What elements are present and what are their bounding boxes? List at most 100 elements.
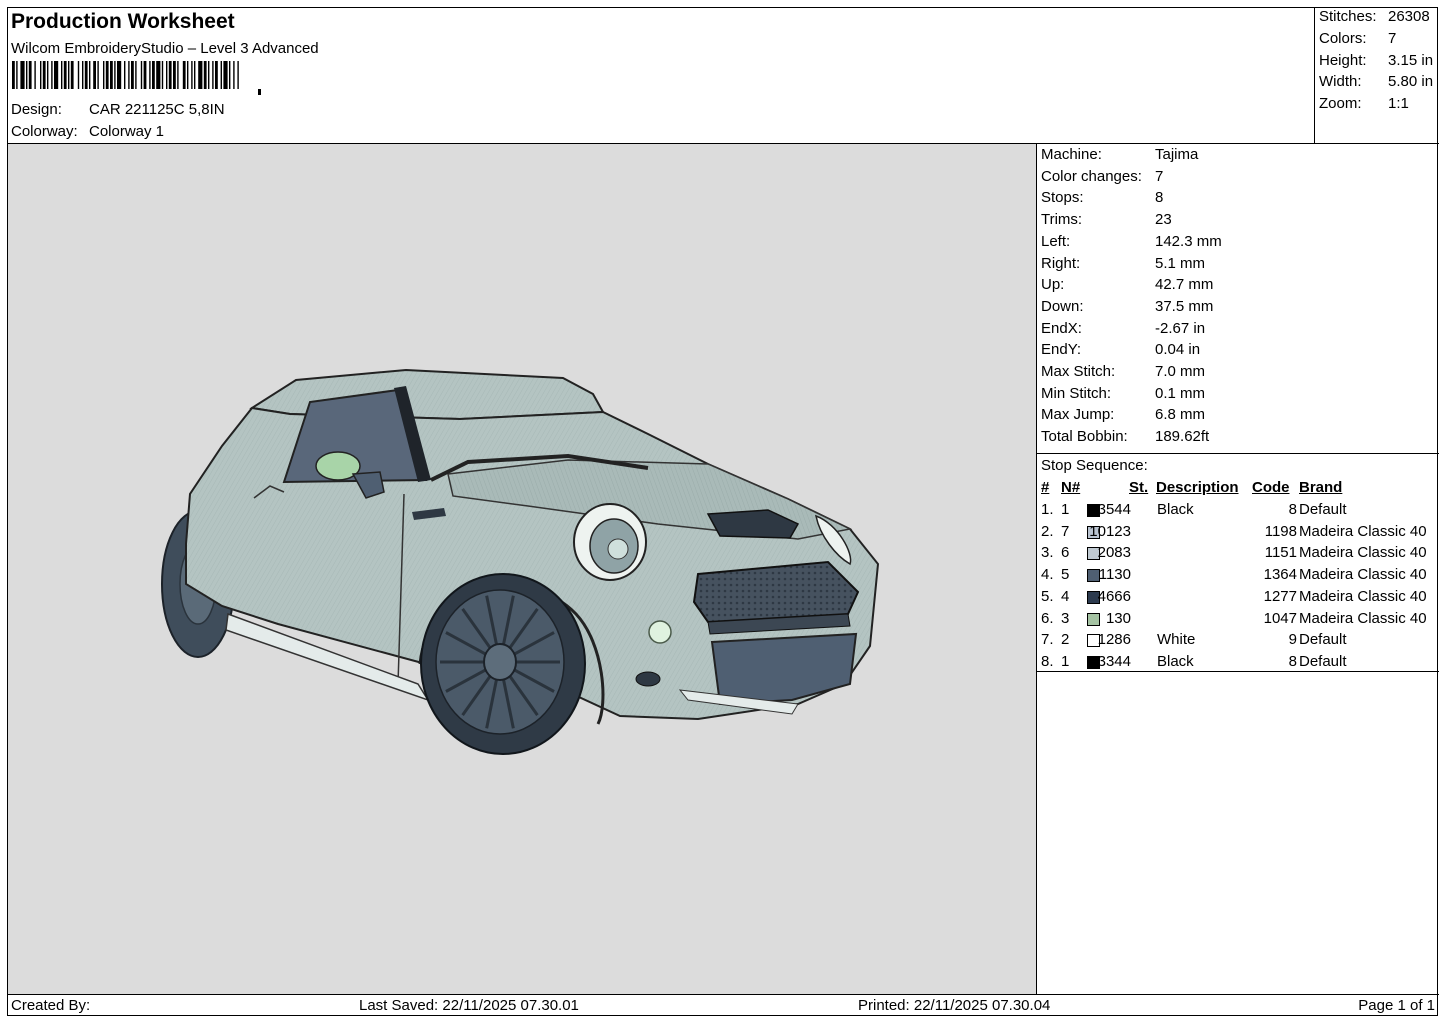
design-preview — [8, 144, 1037, 994]
machine-label: Total Bobbin: — [1041, 428, 1128, 446]
stop-brand: Default — [1299, 652, 1347, 670]
stop-needle: 5 — [1061, 566, 1070, 584]
machine-value: 8 — [1155, 189, 1164, 207]
worksheet: Production Worksheet Wilcom EmbroiderySt… — [7, 7, 1439, 1016]
machine-label: Max Stitch: — [1041, 363, 1116, 380]
printed-date: Printed: 22/11/2025 07.30.04 — [858, 997, 1051, 1014]
machine-label: Min Stitch: — [1041, 384, 1112, 402]
stop-stitches: 2083 — [1097, 544, 1131, 562]
machine-value: 42.7 mm — [1155, 276, 1214, 294]
stop-code: 1151 — [1264, 544, 1297, 562]
height-label: Height: — [1319, 52, 1367, 69]
stop-code: 1364 — [1263, 566, 1297, 584]
stitches-row: Stitches: 26308 — [1319, 8, 1430, 25]
info-panel: Machine: Tajima Color changes: 7 Stops: 8 Trim… — [1037, 144, 1439, 994]
stop-stitches: 1286 — [1097, 631, 1131, 649]
width-value: 5.80 in — [1388, 73, 1434, 90]
height-row: Height: 3.15 in — [1319, 52, 1433, 69]
col-needle: N# — [1061, 479, 1081, 496]
colors-value: 7 — [1388, 30, 1397, 47]
barcode-icon — [12, 61, 261, 95]
col-stitches: St. — [1129, 479, 1149, 496]
colors-label: Colors: — [1319, 30, 1367, 47]
stop-stitches: 10123 — [1089, 522, 1131, 540]
stop-row: 6. 3 130 1047 Madeira Classic 40 — [1037, 610, 1439, 632]
machine-row: EndX: -2.67 in — [1041, 320, 1205, 337]
stop-needle: 3 — [1061, 609, 1070, 627]
width-label: Width: — [1319, 73, 1362, 90]
lower-intake — [710, 632, 858, 706]
design-value: CAR 221125C 5,8IN — [89, 101, 225, 118]
stop-needle: 1 — [1061, 501, 1070, 518]
stop-brand: Default — [1299, 501, 1347, 518]
machine-value: 6.8 mm — [1155, 406, 1206, 424]
divider — [1037, 671, 1439, 672]
zoom-label: Zoom: — [1319, 95, 1362, 112]
machine-label: EndY: — [1041, 341, 1082, 359]
machine-value: 5.1 mm — [1155, 254, 1206, 272]
stop-num: 1. — [1041, 501, 1054, 518]
machine-label: Left: — [1041, 232, 1071, 250]
stop-num: 8. — [1041, 652, 1054, 670]
col-num: # — [1041, 479, 1050, 496]
stop-code: 1198 — [1264, 522, 1297, 540]
machine-value: 0.1 mm — [1155, 384, 1206, 402]
color-swatch-icon — [1087, 612, 1100, 626]
stop-row: 2. 7 10123 1198 Madeira Classic 40 — [1037, 523, 1439, 545]
machine-row: Max Jump: 6.8 mm — [1041, 406, 1205, 423]
machine-row: Stops: 8 — [1041, 189, 1163, 206]
machine-row: Color changes: 7 — [1041, 168, 1163, 185]
width-row: Width: 5.80 in — [1319, 73, 1433, 90]
machine-label: Right: — [1041, 254, 1081, 272]
stop-code: 1277 — [1263, 587, 1297, 605]
machine-label: Color changes: — [1041, 167, 1142, 185]
stop-row: 1. 1 3544 Black 8 Default — [1037, 501, 1439, 523]
machine-value: 189.62ft — [1155, 428, 1210, 446]
stop-num: 6. — [1041, 609, 1054, 627]
machine-row: Max Stitch: 7.0 mm — [1041, 363, 1205, 380]
stop-num: 4. — [1041, 566, 1054, 584]
machine-row: Up: 42.7 mm — [1041, 276, 1213, 293]
stop-stitches: 3544 — [1097, 501, 1131, 518]
stop-description: White — [1157, 631, 1196, 649]
machine-value: 0.04 in — [1155, 341, 1201, 359]
stop-row: 3. 6 2083 1151 Madeira Classic 40 — [1037, 544, 1439, 566]
colorway-label: Colorway: — [11, 123, 78, 140]
machine-label: Down: — [1041, 297, 1084, 315]
machine-label: EndX: — [1041, 319, 1082, 337]
stop-needle: 4 — [1061, 587, 1070, 605]
stop-brand: Madeira Classic 40 — [1299, 587, 1427, 605]
stop-num: 2. — [1041, 522, 1054, 540]
machine-row: Trims: 23 — [1041, 211, 1172, 228]
fog-light — [648, 620, 672, 644]
stop-num: 7. — [1041, 631, 1054, 649]
stop-code: 1047 — [1263, 609, 1297, 627]
stop-row: 5. 4 4666 1277 Madeira Classic 40 — [1037, 588, 1439, 610]
col-brand: Brand — [1299, 479, 1343, 496]
machine-value: 7 — [1155, 167, 1164, 185]
stop-num: 3. — [1041, 544, 1054, 562]
stop-brand: Madeira Classic 40 — [1299, 566, 1427, 584]
divider — [1037, 453, 1439, 454]
stop-brand: Madeira Classic 40 — [1299, 609, 1427, 627]
last-saved: Last Saved: 22/11/2025 07.30.01 — [359, 997, 579, 1014]
created-by: Created By: — [11, 997, 91, 1014]
col-code: Code — [1252, 479, 1290, 496]
height-value: 3.15 in — [1388, 52, 1434, 69]
stop-description: Black — [1157, 501, 1194, 518]
stop-stitches: 130 — [1105, 609, 1131, 627]
stop-stitches: 3344 — [1097, 652, 1131, 670]
stop-code: 8 — [1288, 652, 1297, 670]
stop-num: 5. — [1041, 587, 1054, 605]
stop-stitches: 4666 — [1097, 587, 1131, 605]
machine-label: Max Jump: — [1041, 406, 1115, 424]
stop-brand: Madeira Classic 40 — [1299, 522, 1427, 540]
machine-value: 37.5 mm — [1155, 297, 1214, 315]
software-name: Wilcom EmbroideryStudio – Level 3 Advanc… — [11, 40, 319, 57]
car-roof — [249, 368, 605, 421]
summary-panel: Stitches: 26308 Colors: 7 Height: 3.15 in W… — [1314, 8, 1439, 143]
stop-stitches: 1130 — [1098, 566, 1131, 584]
colorway-value: Colorway 1 — [89, 123, 165, 140]
stop-needle: 2 — [1061, 631, 1070, 649]
stop-needle: 6 — [1061, 544, 1070, 562]
